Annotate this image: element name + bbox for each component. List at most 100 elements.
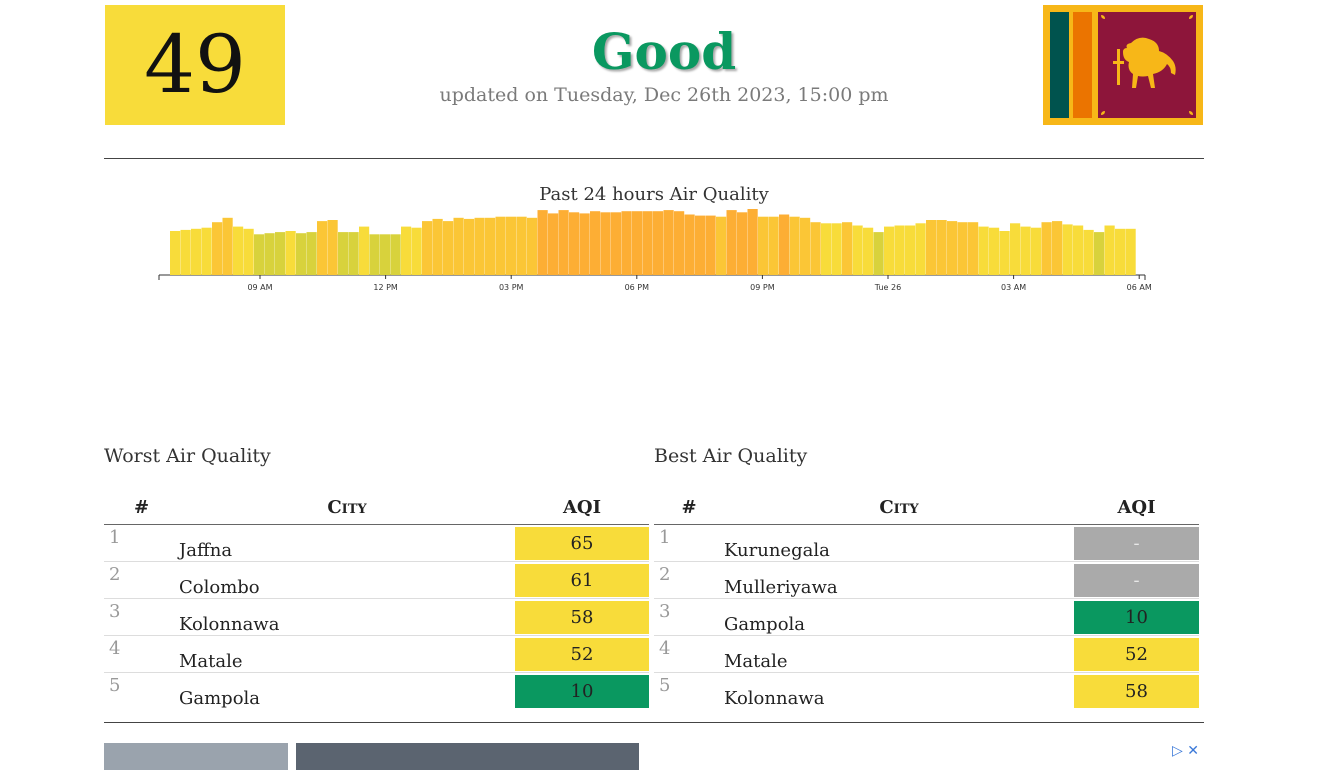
chart-bar[interactable] bbox=[306, 232, 317, 275]
chart-bar[interactable] bbox=[768, 216, 779, 275]
chart-bar[interactable] bbox=[537, 210, 548, 275]
chart-bar[interactable] bbox=[863, 227, 874, 275]
chart-bar[interactable] bbox=[558, 210, 569, 275]
city-link[interactable]: Matale bbox=[724, 635, 1074, 673]
chart-bar[interactable] bbox=[485, 217, 496, 275]
chart-bar[interactable] bbox=[789, 216, 800, 275]
chart-bar[interactable] bbox=[527, 217, 538, 275]
chart-bar[interactable] bbox=[569, 212, 580, 275]
chart-bar[interactable] bbox=[905, 225, 916, 276]
chart-bar[interactable] bbox=[1125, 228, 1136, 275]
city-link[interactable]: Colombo bbox=[179, 561, 515, 599]
chart-bar[interactable] bbox=[705, 215, 716, 275]
city-link[interactable]: Matale bbox=[179, 635, 515, 673]
chart-bar[interactable] bbox=[999, 231, 1010, 275]
chart-bar[interactable] bbox=[1062, 224, 1073, 275]
chart-bar[interactable] bbox=[1020, 226, 1031, 275]
chart-bar[interactable] bbox=[642, 211, 653, 275]
advertisement[interactable]: ▷ ✕ bbox=[104, 743, 1204, 770]
table-row[interactable]: 5 Gampola 10 bbox=[104, 673, 649, 709]
table-row[interactable]: 2 Colombo 61 bbox=[104, 561, 649, 599]
chart-bar[interactable] bbox=[1073, 225, 1084, 276]
chart-bar[interactable] bbox=[800, 217, 811, 275]
chart-bar[interactable] bbox=[285, 231, 296, 275]
chart-bar[interactable] bbox=[422, 221, 433, 275]
chart-bar[interactable] bbox=[411, 227, 422, 275]
chart-bar[interactable] bbox=[453, 217, 464, 275]
chart-bar[interactable] bbox=[611, 212, 622, 275]
chart-bar[interactable] bbox=[348, 232, 359, 275]
chart-bar[interactable] bbox=[936, 220, 947, 275]
table-row[interactable]: 1 Kurunegala - bbox=[654, 524, 1199, 562]
table-row[interactable]: 4 Matale 52 bbox=[654, 635, 1199, 673]
chart-bar[interactable] bbox=[1031, 227, 1042, 275]
chart-bar[interactable] bbox=[233, 226, 244, 275]
chart-bar[interactable] bbox=[222, 217, 233, 275]
chart-bar[interactable] bbox=[726, 210, 737, 275]
city-link[interactable]: Mulleriyawa bbox=[724, 561, 1074, 599]
table-row[interactable]: 1 Jaffna 65 bbox=[104, 524, 649, 562]
chart-bar[interactable] bbox=[432, 218, 443, 275]
chart-bar[interactable] bbox=[663, 210, 674, 275]
chart-bar[interactable] bbox=[989, 227, 1000, 275]
chart-bar[interactable] bbox=[957, 222, 968, 275]
chart-bar[interactable] bbox=[842, 222, 853, 275]
chart-bar[interactable] bbox=[359, 226, 370, 275]
chart-bar[interactable] bbox=[1010, 223, 1021, 275]
chart-bar[interactable] bbox=[1115, 228, 1126, 275]
table-row[interactable]: 5 Kolonnawa 58 bbox=[654, 673, 1199, 709]
table-row[interactable]: 2 Mulleriyawa - bbox=[654, 561, 1199, 599]
chart-bar[interactable] bbox=[695, 215, 706, 275]
chart-bar[interactable] bbox=[632, 211, 643, 275]
adchoices-icon[interactable]: ▷ bbox=[1172, 743, 1183, 759]
chart-bar[interactable] bbox=[296, 233, 307, 275]
chart-bar[interactable] bbox=[327, 220, 338, 275]
chart-bar[interactable] bbox=[1083, 229, 1094, 275]
table-row[interactable]: 4 Matale 52 bbox=[104, 635, 649, 673]
chart-bar[interactable] bbox=[443, 221, 454, 275]
ad-image[interactable] bbox=[104, 743, 288, 770]
chart-bar[interactable] bbox=[1094, 232, 1105, 275]
ad-controls[interactable]: ▷ ✕ bbox=[1172, 743, 1199, 759]
chart-bar[interactable] bbox=[170, 231, 181, 275]
chart-bar[interactable] bbox=[201, 227, 212, 275]
chart-bar[interactable] bbox=[191, 228, 202, 275]
chart-bar[interactable] bbox=[779, 214, 790, 276]
chart-bar[interactable] bbox=[264, 233, 275, 275]
chart-bar[interactable] bbox=[915, 223, 926, 275]
table-row[interactable]: 3 Kolonnawa 58 bbox=[104, 598, 649, 636]
chart-bar[interactable] bbox=[873, 232, 884, 275]
chart-bar[interactable] bbox=[716, 216, 727, 275]
chart-bar[interactable] bbox=[894, 225, 905, 276]
chart-bar[interactable] bbox=[254, 234, 265, 275]
chart-bar[interactable] bbox=[401, 226, 412, 275]
chart-bar[interactable] bbox=[747, 209, 758, 275]
chart-bar[interactable] bbox=[737, 212, 748, 275]
chart-bar[interactable] bbox=[821, 223, 832, 275]
chart-bar[interactable] bbox=[390, 234, 401, 275]
chart-bar[interactable] bbox=[212, 222, 223, 275]
city-link[interactable]: Kolonnawa bbox=[179, 598, 515, 636]
city-link[interactable]: Kolonnawa bbox=[724, 673, 1074, 709]
chart-bar[interactable] bbox=[380, 234, 391, 275]
chart-bar[interactable] bbox=[978, 226, 989, 275]
chart-bar[interactable] bbox=[674, 211, 685, 275]
chart-bar[interactable] bbox=[180, 229, 191, 275]
chart-bar[interactable] bbox=[653, 211, 664, 275]
chart-bar[interactable] bbox=[968, 222, 979, 275]
close-icon[interactable]: ✕ bbox=[1187, 743, 1199, 759]
chart-bar[interactable] bbox=[243, 228, 254, 275]
chart-bar[interactable] bbox=[1041, 222, 1052, 275]
chart-bar[interactable] bbox=[1104, 225, 1115, 276]
chart-bar[interactable] bbox=[621, 211, 632, 275]
chart-bar[interactable] bbox=[474, 217, 485, 275]
chart-bar[interactable] bbox=[926, 220, 937, 275]
city-link[interactable]: Kurunegala bbox=[724, 524, 1074, 562]
chart-bar[interactable] bbox=[506, 216, 517, 275]
chart-bar[interactable] bbox=[495, 216, 506, 275]
chart-bar[interactable] bbox=[338, 232, 349, 275]
city-link[interactable]: Gampola bbox=[179, 673, 515, 709]
chart-bar[interactable] bbox=[947, 221, 958, 275]
table-row[interactable]: 3 Gampola 10 bbox=[654, 598, 1199, 636]
ad-image[interactable] bbox=[296, 743, 639, 770]
